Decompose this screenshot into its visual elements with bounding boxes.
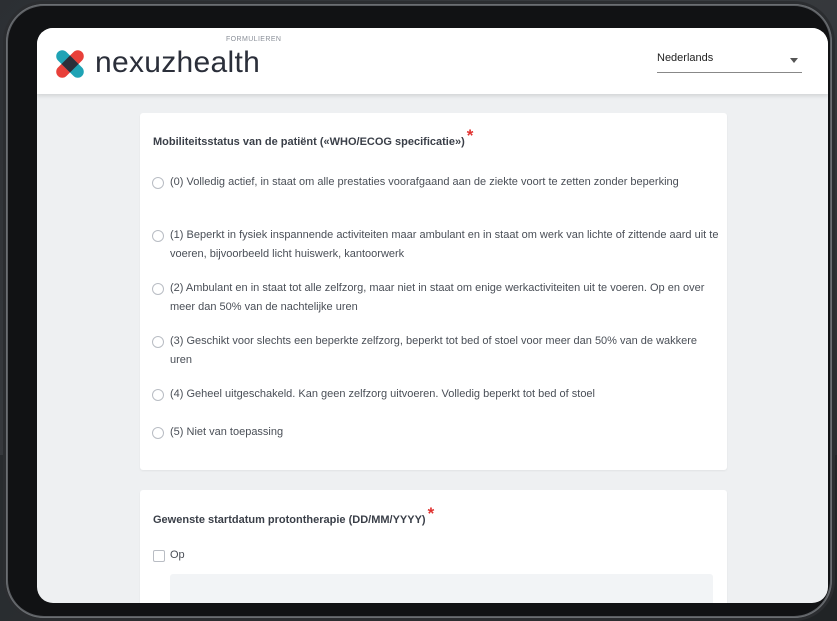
language-select[interactable]: Nederlands: [657, 50, 802, 73]
question-title-text: Gewenste startdatum protontherapie (DD/M…: [153, 514, 426, 526]
radio-option-label: (4) Geheel uitgeschakeld. Kan geen zelfz…: [170, 388, 595, 400]
section-label: FORMULIEREN: [226, 36, 282, 43]
required-asterisk: *: [466, 126, 474, 145]
required-asterisk: *: [427, 504, 435, 523]
radio-option-label: (5) Niet van toepassing: [170, 426, 284, 438]
question-card-start-date: Gewenste startdatum protontherapie (DD/M…: [140, 490, 727, 603]
op-checkbox[interactable]: [153, 550, 165, 562]
question-title-text: Mobiliteitsstatus van de patiënt («WHO/E…: [153, 136, 465, 148]
brand-name: nexuzhealth: [95, 46, 261, 79]
tablet-frame: nexuzhealth FORMULIEREN Nederlands Mobil…: [6, 4, 832, 618]
nexuzhealth-logo-icon: [56, 50, 84, 78]
op-checkbox-label: Op: [170, 549, 185, 561]
radio-button[interactable]: [152, 389, 164, 401]
caret-down-icon: [790, 58, 798, 63]
radio-button[interactable]: [152, 283, 164, 295]
radio-option-label: (3) Geschikt voor slechts een beperkte z…: [170, 335, 698, 366]
radio-option-label: (1) Beperkt in fysiek inspannende activi…: [170, 229, 719, 260]
date-input-area[interactable]: [170, 574, 713, 603]
radio-option-label: (2) Ambulant en in staat tot alle zelfzo…: [170, 282, 705, 313]
radio-button[interactable]: [152, 177, 164, 189]
radio-button[interactable]: [152, 427, 164, 439]
question-title: Mobiliteitsstatus van de patiënt («WHO/E…: [153, 126, 473, 150]
question-title: Gewenste startdatum protontherapie (DD/M…: [153, 504, 434, 528]
app-header: nexuzhealth FORMULIEREN Nederlands: [37, 28, 828, 94]
app-screen: nexuzhealth FORMULIEREN Nederlands Mobil…: [37, 28, 828, 603]
question-card-mobility: Mobiliteitsstatus van de patiënt («WHO/E…: [140, 113, 727, 470]
language-select-value: Nederlands: [657, 52, 714, 64]
radio-button[interactable]: [152, 230, 164, 242]
radio-button[interactable]: [152, 336, 164, 348]
radio-option-label: (0) Volledig actief, in staat om alle pr…: [170, 176, 679, 188]
